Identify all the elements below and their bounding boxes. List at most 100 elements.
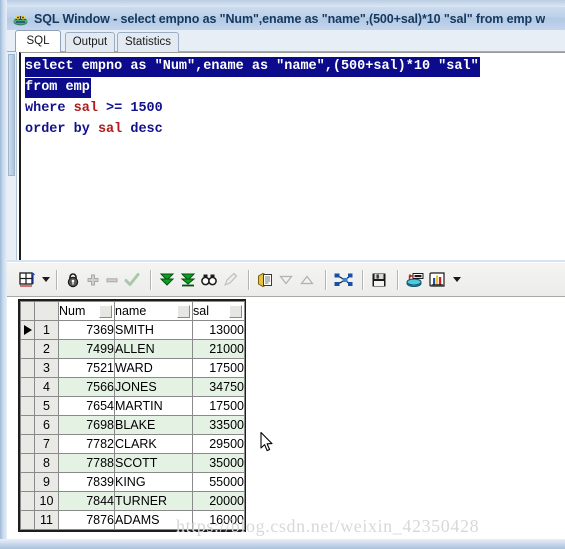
cell-name[interactable]: TURNER (114, 491, 193, 511)
table-row[interactable]: 2 7499 ALLEN 21000 (20, 339, 245, 359)
sql-line-3-text: where sal >= 1500 (25, 101, 163, 116)
cell-num[interactable]: 7844 (58, 491, 115, 511)
cell-sal[interactable]: 17500 (192, 358, 245, 378)
row-indicator-cell[interactable] (20, 453, 35, 473)
cell-sal[interactable]: 33500 (192, 415, 245, 435)
column-header-name[interactable]: name (114, 301, 193, 321)
sort-desc-icon (277, 267, 295, 293)
cell-num[interactable]: 7876 (58, 510, 115, 530)
table-row[interactable]: 4 7566 JONES 34750 (20, 377, 245, 397)
cell-sal[interactable]: 21000 (192, 339, 245, 359)
cell-name[interactable]: BLAKE (114, 415, 193, 435)
row-indicator-cell[interactable] (20, 415, 35, 435)
cell-sal[interactable]: 34750 (192, 377, 245, 397)
cell-name[interactable]: WARD (114, 358, 193, 378)
table-row[interactable]: 3 7521 WARD 17500 (20, 358, 245, 378)
explain-plan-icon[interactable] (333, 267, 353, 293)
table-row[interactable]: 5 7654 MARTIN 17500 (20, 396, 245, 416)
cell-num[interactable]: 7698 (58, 415, 115, 435)
cell-name[interactable]: MARTIN (114, 396, 193, 416)
table-row[interactable]: 6 7698 BLAKE 33500 (20, 415, 245, 435)
column-header-name-label: name (115, 304, 147, 318)
grid-view-icon[interactable] (17, 267, 37, 293)
row-indicator-cell[interactable] (20, 472, 35, 492)
column-resize-grip-sal[interactable] (229, 305, 242, 318)
sql-line-4-text: order by sal desc (25, 122, 163, 137)
grid-view-dropdown-caret[interactable] (42, 277, 50, 282)
column-resize-grip-name[interactable] (177, 305, 190, 318)
window-frame-bottom (0, 539, 565, 549)
column-header-num-label: Num (59, 304, 86, 318)
row-indicator-cell[interactable] (20, 434, 35, 454)
row-indicator-cell[interactable] (20, 358, 35, 378)
column-resize-grip-num[interactable] (99, 305, 112, 318)
tab-statistics[interactable]: Statistics (117, 32, 179, 52)
toolbar-separator-1 (56, 269, 58, 290)
table-row[interactable]: 1 7369 SMITH 13000 (20, 320, 245, 340)
sql-window: SQL Window - select empno as "Num",ename… (0, 0, 565, 549)
cell-sal[interactable]: 13000 (192, 320, 245, 340)
cell-num[interactable]: 7566 (58, 377, 115, 397)
find-icon[interactable] (200, 267, 218, 293)
cell-name[interactable]: ALLEN (114, 339, 193, 359)
row-number-cell: 10 (34, 491, 59, 511)
row-number-cell: 5 (34, 396, 59, 416)
cell-sal[interactable]: 17500 (192, 396, 245, 416)
tab-sql[interactable]: SQL (15, 30, 61, 52)
table-row[interactable]: 9 7839 KING 55000 (20, 472, 245, 492)
plus-icon (85, 267, 101, 293)
cell-num[interactable]: 7499 (58, 339, 115, 359)
tab-output[interactable]: Output (65, 32, 115, 52)
editor-scrollbar-thumb[interactable] (8, 54, 15, 176)
row-indicator-cell[interactable] (20, 491, 35, 511)
table-header: Num name sal (20, 301, 245, 321)
copy-icon[interactable] (256, 267, 274, 293)
tab-strip: SQL Output Statistics (7, 30, 565, 52)
cell-name[interactable]: SMITH (114, 320, 193, 340)
row-indicator-cell[interactable] (20, 510, 35, 530)
row-indicator-cell[interactable] (20, 377, 35, 397)
cell-num[interactable]: 7839 (58, 472, 115, 492)
lock-icon[interactable] (64, 267, 82, 293)
chart-dropdown-caret[interactable] (453, 277, 461, 282)
cell-sal[interactable]: 20000 (192, 491, 245, 511)
header-indicator-cell (20, 301, 35, 321)
cell-name[interactable]: JONES (114, 377, 193, 397)
fetch-last-icon[interactable] (179, 267, 197, 293)
table-body: 1 7369 SMITH 13000 2 7499 ALLEN 21000 3 7521 WARD 1… (20, 320, 245, 530)
cell-num[interactable]: 7369 (58, 320, 115, 340)
cell-sal[interactable]: 35000 (192, 453, 245, 473)
cell-name[interactable]: KING (114, 472, 193, 492)
editor-vertical-scrollbar[interactable] (7, 52, 17, 260)
cell-sal[interactable]: 16000 (192, 510, 245, 530)
cell-num[interactable]: 7654 (58, 396, 115, 416)
toolbar-separator-2 (150, 269, 152, 290)
column-header-num[interactable]: Num (58, 301, 115, 321)
toolbar-separator-4 (325, 269, 327, 290)
row-indicator-cell[interactable] (20, 339, 35, 359)
column-header-sal[interactable]: sal (192, 301, 245, 321)
cell-name[interactable]: SCOTT (114, 453, 193, 473)
table-row[interactable]: 8 7788 SCOTT 35000 (20, 453, 245, 473)
save-icon[interactable] (370, 267, 388, 293)
cell-sal[interactable]: 55000 (192, 472, 245, 492)
table-row[interactable]: 11 7876 ADAMS 16000 (20, 510, 245, 530)
cell-name[interactable]: CLARK (114, 434, 193, 454)
chart-icon[interactable] (428, 267, 448, 293)
cell-name[interactable]: ADAMS (114, 510, 193, 530)
row-number-cell: 1 (34, 320, 59, 340)
row-indicator-cell[interactable] (20, 320, 35, 340)
sql-line-2: from emp (25, 77, 565, 98)
row-number-cell: 3 (34, 358, 59, 378)
sql-input[interactable]: select empno as "Num",ename as "name",(5… (19, 52, 565, 260)
export-data-icon[interactable] (405, 267, 425, 293)
cell-num[interactable]: 7521 (58, 358, 115, 378)
cell-num[interactable]: 7788 (58, 453, 115, 473)
table-row[interactable]: 10 7844 TURNER 20000 (20, 491, 245, 511)
table-row[interactable]: 7 7782 CLARK 29500 (20, 434, 245, 454)
cell-num[interactable]: 7782 (58, 434, 115, 454)
fetch-next-icon[interactable] (158, 267, 176, 293)
sql-line-3: where sal >= 1500 (25, 98, 565, 119)
row-indicator-cell[interactable] (20, 396, 35, 416)
cell-sal[interactable]: 29500 (192, 434, 245, 454)
